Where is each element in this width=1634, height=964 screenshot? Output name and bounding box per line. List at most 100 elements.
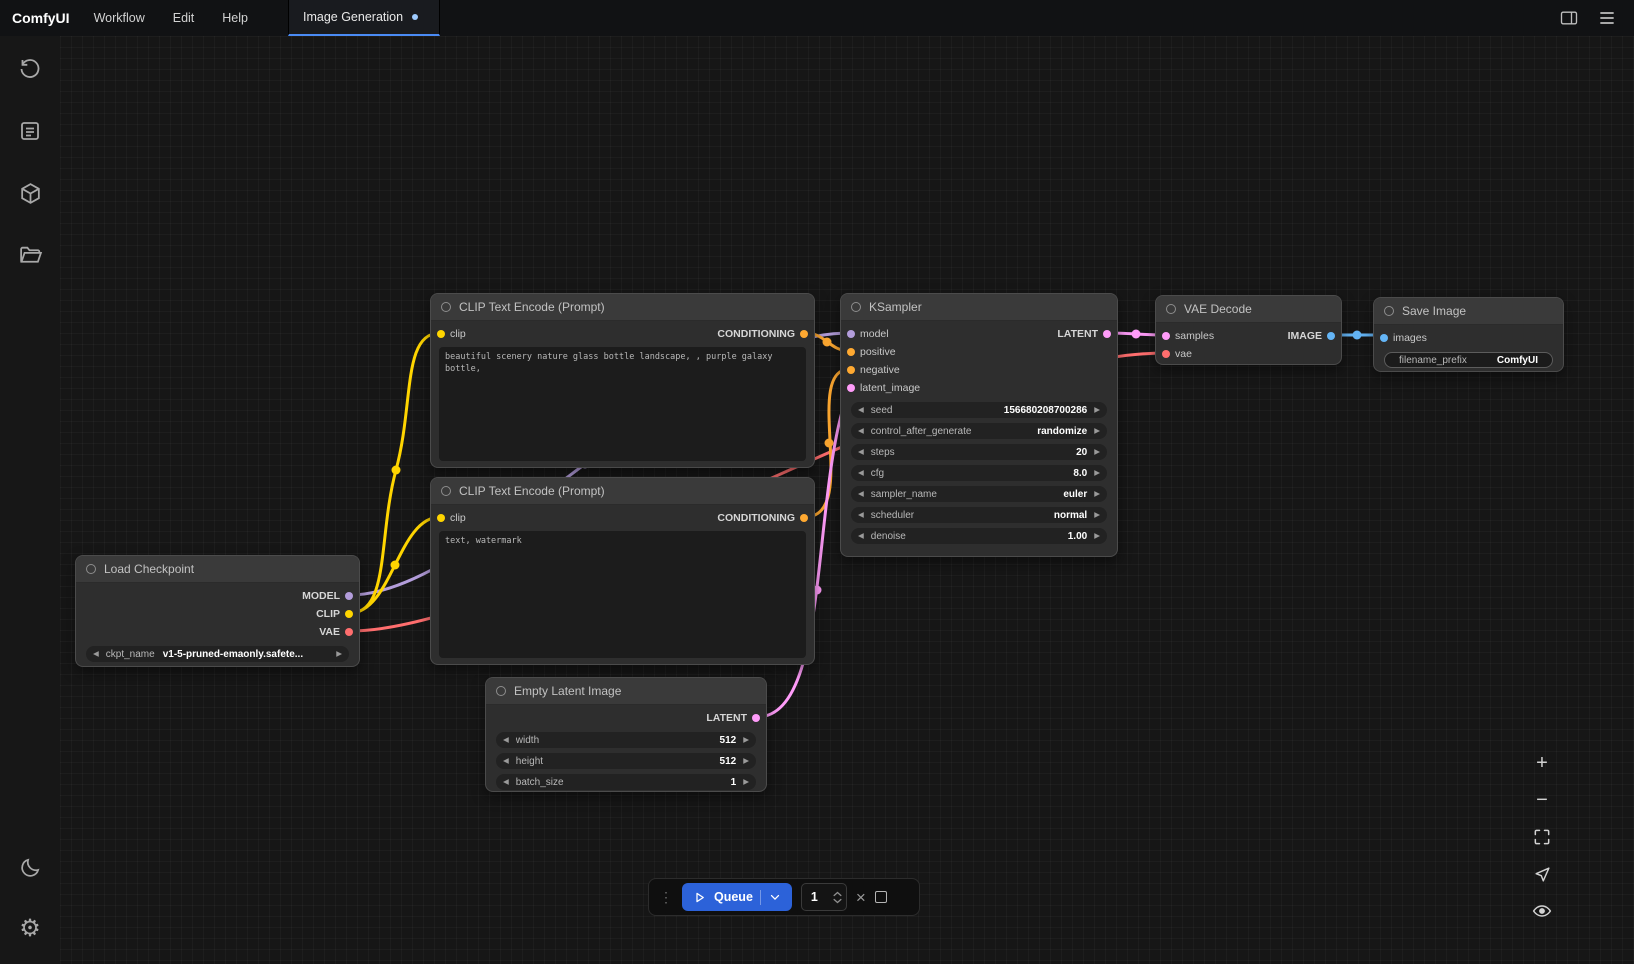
slot-dot-latent[interactable] xyxy=(752,714,760,722)
widget-cfg[interactable]: ◀ cfg 8.0 ▶ xyxy=(851,465,1107,481)
next-value-icon[interactable]: ▶ xyxy=(1094,427,1100,435)
select-mode-button[interactable] xyxy=(1529,861,1555,887)
next-value-icon[interactable]: ▶ xyxy=(336,650,342,658)
decrement-icon[interactable]: ◀ xyxy=(503,736,509,744)
drag-handle[interactable]: ⋮ xyxy=(659,890,673,904)
collapse-dot-icon[interactable] xyxy=(851,302,861,312)
slot-dot-model[interactable] xyxy=(345,592,353,600)
increment-icon[interactable]: ▶ xyxy=(1094,448,1100,456)
increment-icon[interactable]: ▶ xyxy=(743,778,749,786)
model-library-button[interactable] xyxy=(13,176,47,210)
slot-dot-conditioning[interactable] xyxy=(800,514,808,522)
widget-control-after-generate[interactable]: ◀ control_after_generate randomize ▶ xyxy=(851,423,1107,439)
increment-icon[interactable]: ▶ xyxy=(743,757,749,765)
node-empty-latent-image[interactable]: Empty Latent Image LATENT ◀ width 512 ▶ … xyxy=(485,677,767,792)
slot-dot-vae[interactable] xyxy=(345,628,353,636)
queue-button[interactable]: Queue xyxy=(682,883,792,911)
collapse-dot-icon[interactable] xyxy=(441,302,451,312)
node-clip-text-encode-negative[interactable]: CLIP Text Encode (Prompt) clip CONDITION… xyxy=(430,477,815,665)
node-header[interactable]: CLIP Text Encode (Prompt) xyxy=(431,478,814,505)
queue-panel-button[interactable] xyxy=(13,114,47,148)
widget-ckpt-name[interactable]: ◀ ckpt_name v1-5-pruned-emaonly.safete..… xyxy=(86,646,349,662)
widget-scheduler[interactable]: ◀ scheduler normal ▶ xyxy=(851,507,1107,523)
slot-dot-image[interactable] xyxy=(1327,332,1335,340)
node-header[interactable]: VAE Decode xyxy=(1156,296,1341,323)
widget-filename-prefix[interactable]: filename_prefix ComfyUI xyxy=(1384,352,1553,368)
slot-dot-clip[interactable] xyxy=(345,610,353,618)
tab-image-generation[interactable]: Image Generation xyxy=(288,0,440,36)
fit-view-button[interactable] xyxy=(1529,824,1555,850)
slot-dot-vae[interactable] xyxy=(1162,350,1170,358)
slot-dot-latent[interactable] xyxy=(1162,332,1170,340)
zoom-in-button[interactable]: + xyxy=(1529,750,1555,776)
main-menu-button[interactable] xyxy=(1592,4,1622,32)
increment-icon[interactable]: ▶ xyxy=(1094,532,1100,540)
menu-edit[interactable]: Edit xyxy=(173,11,195,25)
decrement-icon[interactable]: ◀ xyxy=(503,778,509,786)
increment-icon[interactable]: ▶ xyxy=(1094,469,1100,477)
decrement-icon[interactable]: ◀ xyxy=(858,469,864,477)
slot-dot-conditioning[interactable] xyxy=(800,330,808,338)
clear-queue-button[interactable]: × xyxy=(856,889,866,906)
decrement-icon[interactable]: ◀ xyxy=(858,448,864,456)
prev-value-icon[interactable]: ◀ xyxy=(858,511,864,519)
widget-batch-size[interactable]: ◀ batch_size 1 ▶ xyxy=(496,774,756,790)
widget-height[interactable]: ◀ height 512 ▶ xyxy=(496,753,756,769)
collapse-dot-icon[interactable] xyxy=(441,486,451,496)
node-header[interactable]: KSampler xyxy=(841,294,1117,321)
slot-dot-latent[interactable] xyxy=(847,384,855,392)
node-header[interactable]: Save Image xyxy=(1374,298,1563,325)
slot-dot-clip[interactable] xyxy=(437,514,445,522)
workflows-button[interactable] xyxy=(13,238,47,272)
chevron-down-icon[interactable] xyxy=(768,890,782,904)
settings-button[interactable]: ⚙ xyxy=(13,912,47,946)
next-value-icon[interactable]: ▶ xyxy=(1094,511,1100,519)
slot-dot-conditioning[interactable] xyxy=(847,366,855,374)
prev-value-icon[interactable]: ◀ xyxy=(93,650,99,658)
widget-denoise[interactable]: ◀ denoise 1.00 ▶ xyxy=(851,528,1107,544)
widget-width[interactable]: ◀ width 512 ▶ xyxy=(496,732,756,748)
node-ksampler[interactable]: KSampler model LATENT positive negative … xyxy=(840,293,1118,557)
batch-count-input[interactable]: 1 xyxy=(801,883,847,911)
prompt-textarea[interactable]: text, watermark xyxy=(439,531,806,658)
widget-sampler-name[interactable]: ◀ sampler_name euler ▶ xyxy=(851,486,1107,502)
decrement-count-icon[interactable] xyxy=(833,898,842,904)
decrement-icon[interactable]: ◀ xyxy=(858,406,864,414)
collapse-dot-icon[interactable] xyxy=(86,564,96,574)
node-canvas[interactable]: Load Checkpoint MODEL CLIP VAE ◀ ckpt_na… xyxy=(60,36,1634,964)
widget-seed[interactable]: ◀ seed 156680208700286 ▶ xyxy=(851,402,1107,418)
widget-steps[interactable]: ◀ steps 20 ▶ xyxy=(851,444,1107,460)
toggle-panel-button[interactable] xyxy=(1554,4,1584,32)
slot-dot-conditioning[interactable] xyxy=(847,348,855,356)
collapse-dot-icon[interactable] xyxy=(496,686,506,696)
slot-dot-image[interactable] xyxy=(1380,334,1388,342)
increment-icon[interactable]: ▶ xyxy=(1094,406,1100,414)
prev-value-icon[interactable]: ◀ xyxy=(858,427,864,435)
history-button[interactable] xyxy=(13,52,47,86)
collapse-dot-icon[interactable] xyxy=(1166,304,1176,314)
increment-count-icon[interactable] xyxy=(833,891,842,897)
increment-icon[interactable]: ▶ xyxy=(743,736,749,744)
node-vae-decode[interactable]: VAE Decode samples IMAGE vae xyxy=(1155,295,1342,365)
menu-help[interactable]: Help xyxy=(222,11,248,25)
menu-workflow[interactable]: Workflow xyxy=(94,11,145,25)
zoom-out-button[interactable]: − xyxy=(1529,787,1555,813)
theme-toggle-button[interactable] xyxy=(13,850,47,884)
node-clip-text-encode-positive[interactable]: CLIP Text Encode (Prompt) clip CONDITION… xyxy=(430,293,815,468)
slot-dot-latent[interactable] xyxy=(1103,330,1111,338)
prev-value-icon[interactable]: ◀ xyxy=(858,490,864,498)
node-save-image[interactable]: Save Image images filename_prefix ComfyU… xyxy=(1373,297,1564,372)
prompt-textarea[interactable]: beautiful scenery nature glass bottle la… xyxy=(439,347,806,461)
toggle-visibility-button[interactable] xyxy=(1529,898,1555,924)
decrement-icon[interactable]: ◀ xyxy=(503,757,509,765)
node-header[interactable]: Empty Latent Image xyxy=(486,678,766,705)
decrement-icon[interactable]: ◀ xyxy=(858,532,864,540)
slot-dot-clip[interactable] xyxy=(437,330,445,338)
slot-dot-model[interactable] xyxy=(847,330,855,338)
collapse-dot-icon[interactable] xyxy=(1384,306,1394,316)
next-value-icon[interactable]: ▶ xyxy=(1094,490,1100,498)
node-load-checkpoint[interactable]: Load Checkpoint MODEL CLIP VAE ◀ ckpt_na… xyxy=(75,555,360,667)
node-header[interactable]: Load Checkpoint xyxy=(76,556,359,583)
stop-button[interactable] xyxy=(875,891,887,903)
node-header[interactable]: CLIP Text Encode (Prompt) xyxy=(431,294,814,321)
